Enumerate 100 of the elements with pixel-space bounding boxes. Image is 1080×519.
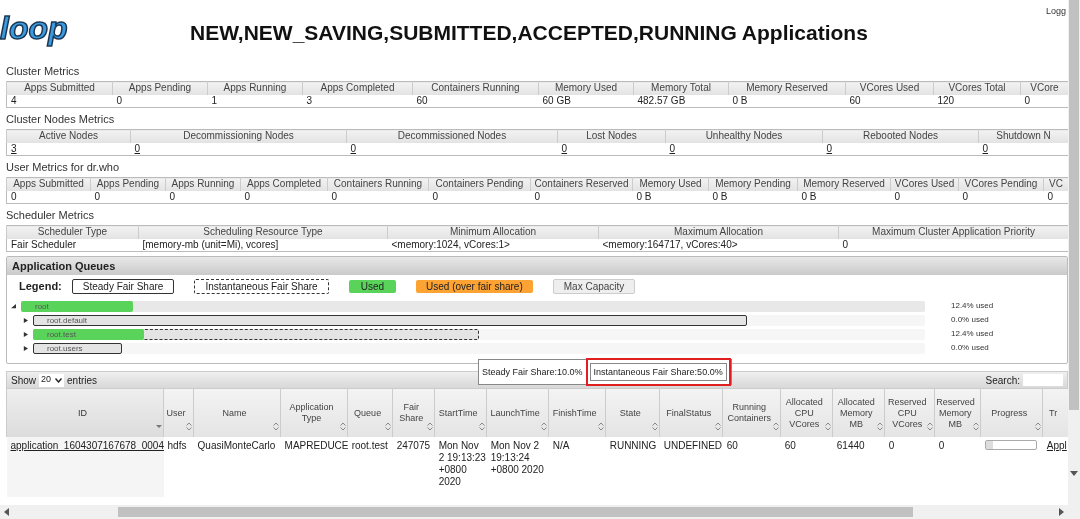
steady-share-bar[interactable] <box>33 314 747 326</box>
table-link[interactable]: 0 <box>350 142 357 154</box>
sort-icon[interactable] <box>598 422 605 431</box>
sort-icon[interactable] <box>186 422 193 431</box>
collapse-icon[interactable] <box>11 303 16 309</box>
column-header: Apps Completed <box>302 81 413 95</box>
column-header[interactable]: Name <box>193 389 281 437</box>
table-cell: 0 <box>112 94 208 108</box>
legend-label: Legend: <box>19 278 62 294</box>
column-header: Apps Running <box>207 81 303 95</box>
column-header[interactable]: FinishTime <box>548 389 606 437</box>
sort-icon[interactable] <box>1035 422 1042 431</box>
column-header[interactable]: Tr <box>1042 389 1068 437</box>
sort-icon[interactable] <box>825 422 832 431</box>
table-cell: 60 GB <box>538 94 634 108</box>
column-header: Lost Nodes <box>557 129 666 143</box>
column-header[interactable]: Queue <box>347 389 393 437</box>
scrollbar-thumb[interactable] <box>1069 0 1079 410</box>
column-header: Memory Used <box>632 177 709 191</box>
table-link[interactable]: 0 <box>669 142 676 154</box>
sort-icon[interactable] <box>973 422 980 431</box>
column-header[interactable]: ID <box>6 389 164 437</box>
sort-icon[interactable] <box>427 422 434 431</box>
scroll-down-icon[interactable] <box>1070 470 1078 476</box>
table-cell: QuasiMonteCarlo <box>193 437 281 497</box>
scroll-right-icon[interactable] <box>1058 508 1064 516</box>
column-header: VCores Used <box>845 81 934 95</box>
column-header[interactable]: FinalStatus <box>659 389 723 437</box>
table-cell: N/A <box>548 437 606 497</box>
queue-label[interactable]: root.default <box>47 314 88 326</box>
table-link[interactable]: 0 <box>134 142 141 154</box>
table-link[interactable]: 3 <box>11 142 17 154</box>
column-header[interactable]: User <box>163 389 194 437</box>
sort-icon[interactable] <box>927 422 934 431</box>
table-link[interactable]: 0 <box>982 142 989 154</box>
scroll-left-icon[interactable] <box>4 508 10 516</box>
table-cell: 60 <box>412 94 539 108</box>
table-cell: UNDEFINED <box>659 437 723 497</box>
sort-icon[interactable] <box>273 422 280 431</box>
sort-icon[interactable] <box>652 422 659 431</box>
column-header[interactable]: Running Containers <box>722 389 781 437</box>
expand-icon[interactable] <box>23 317 28 323</box>
sort-icon[interactable] <box>773 422 780 431</box>
column-header[interactable]: Allocated CPU VCores <box>780 389 833 437</box>
column-header: Containers Pending <box>428 177 531 191</box>
column-header[interactable]: Reserved CPU VCores <box>884 389 935 437</box>
panel-title: Application Queues <box>7 257 1067 275</box>
expand-icon[interactable] <box>23 345 28 351</box>
horizontal-scrollbar[interactable] <box>0 505 1068 519</box>
sort-icon[interactable] <box>715 422 722 431</box>
vertical-scrollbar[interactable] <box>1068 0 1080 519</box>
scrollbar-thumb[interactable] <box>118 507 913 517</box>
column-header: Scheduler Type <box>6 225 139 239</box>
queue-label[interactable]: root <box>35 300 49 312</box>
table-cell: 60 <box>722 437 781 497</box>
column-header: Memory Total <box>633 81 729 95</box>
column-header[interactable]: StartTime <box>434 389 487 437</box>
table-cell: 0 <box>6 190 91 204</box>
table-cell: 0 <box>884 437 935 497</box>
legend-item: Max Capacity <box>552 278 636 294</box>
legend-item: Used <box>348 279 397 293</box>
column-header: VCores Pending <box>958 177 1044 191</box>
table-cell: 0 <box>530 190 633 204</box>
sort-icon[interactable] <box>340 422 347 431</box>
sort-icon[interactable] <box>385 422 392 431</box>
table-cell: MAPREDUCE <box>280 437 348 497</box>
column-header: Memory Used <box>538 81 634 95</box>
table-link[interactable]: 0 <box>561 142 568 154</box>
table-cell: Mon Nov 2 19:13:24 +0800 2020 <box>486 437 549 497</box>
table-cell: 0 <box>327 190 429 204</box>
table-link[interactable]: application_1604307167678_0004 <box>10 440 164 451</box>
table-link[interactable]: 0 <box>826 142 833 154</box>
column-header[interactable]: Reserved Memory MB <box>934 389 981 437</box>
column-header: Apps Submitted <box>6 177 91 191</box>
table-cell: RUNNING <box>605 437 660 497</box>
queue-label[interactable]: root.test <box>47 328 76 340</box>
legend-item: Instantaneous Fair Share <box>194 278 329 294</box>
column-header: Apps Submitted <box>6 81 113 95</box>
table-cell: 0 <box>934 437 981 497</box>
column-header[interactable]: Allocated Memory MB <box>832 389 885 437</box>
column-header[interactable]: Application Type <box>280 389 348 437</box>
steady-share-bar[interactable] <box>33 342 123 354</box>
table-link[interactable]: Appl <box>1046 440 1067 451</box>
table-cell: 60 <box>845 94 934 108</box>
table-cell: 120 <box>933 94 1021 108</box>
sort-icon[interactable] <box>877 422 884 431</box>
table-cell: 0 B <box>728 94 846 108</box>
table-cell: root.test <box>347 437 393 497</box>
usage-text: 0.0% used <box>951 342 989 354</box>
table-cell: 4 <box>6 94 113 108</box>
sort-icon[interactable] <box>479 422 486 431</box>
column-header[interactable]: State <box>605 389 660 437</box>
expand-icon[interactable] <box>23 331 28 337</box>
queue-label[interactable]: root.users <box>47 342 83 354</box>
column-header[interactable]: Progress <box>980 389 1043 437</box>
sort-icon[interactable] <box>541 422 548 431</box>
column-header[interactable]: LaunchTime <box>486 389 549 437</box>
column-header[interactable]: Fair Share <box>392 389 435 437</box>
table-cell: 0 <box>890 190 959 204</box>
table-cell: 0 <box>838 238 1068 252</box>
